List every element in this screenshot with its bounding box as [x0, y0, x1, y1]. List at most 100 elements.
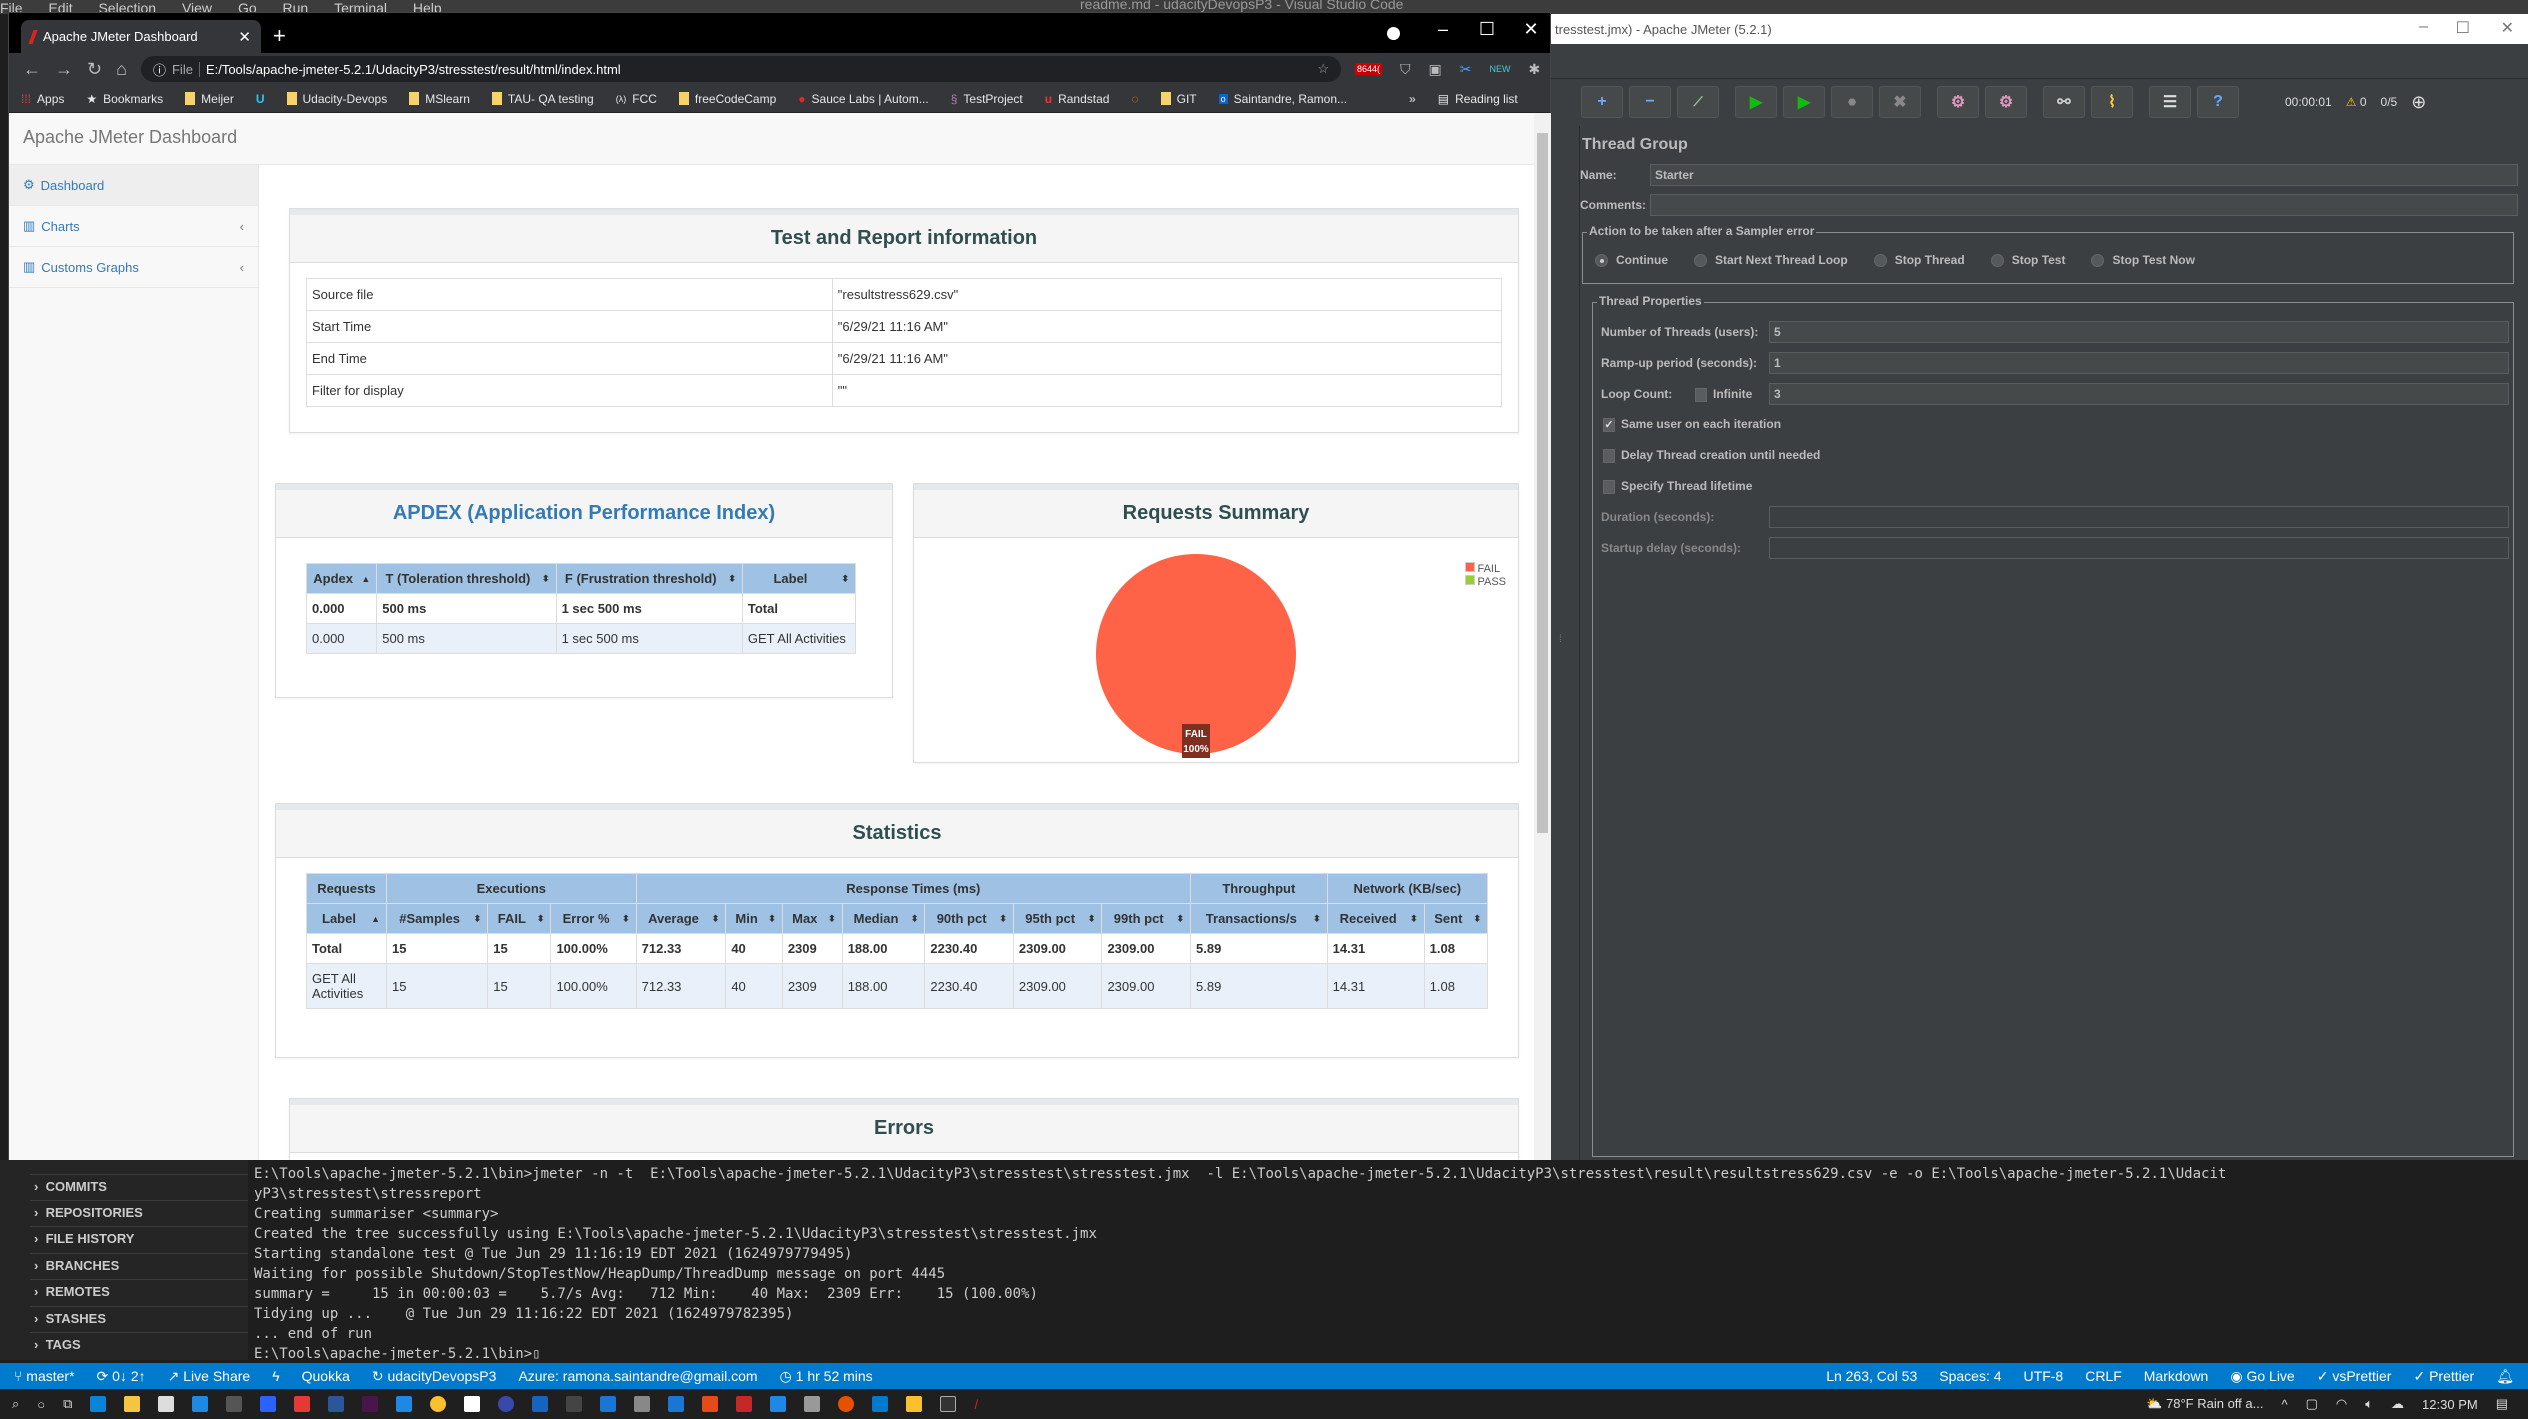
minimize-button[interactable]: – [1421, 19, 1465, 40]
scissors-icon[interactable]: ✂ [1460, 61, 1472, 78]
startup-delay-input[interactable] [1769, 537, 2509, 559]
rampup-input[interactable]: 1 [1769, 352, 2509, 374]
app-icon[interactable] [226, 1396, 243, 1412]
action-center-icon[interactable]: ▤ [2496, 1396, 2508, 1412]
menu-help[interactable]: Help [413, 1, 442, 14]
delay-thread-checkbox[interactable]: Delay Thread creation until needed [1603, 448, 1820, 463]
apdex-column-header[interactable]: Apdex ▲ [305, 563, 378, 594]
apdex-column-header[interactable]: F (Frustration threshold) ⬍ [555, 563, 743, 594]
new-extension-icon[interactable]: NEW [1489, 64, 1510, 74]
indentation[interactable]: Spaces: 4 [1939, 1368, 2001, 1385]
app-icon[interactable] [634, 1396, 651, 1412]
bookmark-udacity-logo[interactable]: U [256, 92, 265, 106]
thread-lifetime-checkbox[interactable]: Specify Thread lifetime [1603, 479, 1752, 494]
warning-icon[interactable]: ⚠ [2346, 95, 2357, 109]
menu-view[interactable]: View [182, 1, 212, 14]
lightning-icon[interactable]: ϟ [272, 1368, 279, 1384]
back-icon[interactable]: ← [23, 59, 41, 80]
menu-run[interactable]: Run [283, 1, 309, 14]
split-pane-handle[interactable]: ⁞ [1559, 634, 1562, 645]
acrobat-icon[interactable] [736, 1396, 753, 1412]
stat-column-header[interactable]: Received ⬍ [1326, 903, 1425, 934]
menu-file[interactable]: File [0, 1, 23, 14]
git-section-commits[interactable]: › COMMITS [30, 1174, 270, 1200]
azure-account[interactable]: Azure: ramona.saintandre@gmail.com [518, 1368, 757, 1384]
clear-icon[interactable]: ⚙ [1937, 86, 1979, 118]
jmeter-maximize-button[interactable]: ☐ [2456, 18, 2470, 38]
jmeter-minimize-button[interactable]: – [2419, 18, 2428, 36]
app-icon[interactable] [668, 1396, 685, 1412]
function-helper-icon[interactable]: ☰ [2149, 86, 2191, 118]
menu-edit[interactable]: Edit [48, 1, 72, 14]
tab-manager-icon[interactable]: ▣ [1429, 61, 1442, 78]
bookmark-fcc[interactable]: (λ) FCC [616, 92, 657, 106]
sync-status[interactable]: ⟳ 0↓ 2↑ [97, 1368, 146, 1385]
maximize-button[interactable]: ☐ [1465, 19, 1509, 40]
store-icon[interactable] [158, 1396, 175, 1412]
sampler-error-radio[interactable]: Start Next Thread Loop [1694, 253, 1848, 268]
bookmark-meijer[interactable]: Meijer [185, 92, 234, 106]
dashboard-brand[interactable]: Apache JMeter Dashboard [23, 127, 237, 147]
stat-column-header[interactable]: Transactions/s ⬍ [1190, 903, 1328, 934]
branch-status[interactable]: ⑂ master* [14, 1368, 75, 1384]
git-section-branches[interactable]: › BRANCHES [30, 1253, 270, 1279]
clear-all-icon[interactable]: ⚙ [1985, 86, 2027, 118]
bookmark-freecodecamp[interactable]: freeCodeCamp [678, 92, 776, 106]
start-icon[interactable]: ▶ [1735, 86, 1777, 118]
help-icon[interactable]: ? [2197, 86, 2239, 118]
bookmark-saucelabs[interactable]: ● Sauce Labs | Autom... [798, 92, 928, 106]
sampler-error-radio[interactable]: Stop Test [1990, 253, 2065, 268]
new-tab-button[interactable]: + [273, 23, 286, 49]
wifi-icon[interactable]: ◠ [2336, 1396, 2347, 1412]
stat-column-header[interactable]: Median ⬍ [841, 903, 926, 934]
sampler-error-radio[interactable]: Stop Test Now [2091, 253, 2195, 268]
bookmark-bookmarks[interactable]: ★ Bookmarks [86, 92, 163, 106]
same-user-checkbox[interactable]: ✓ Same user on each iteration [1603, 417, 1781, 432]
remove-icon[interactable]: − [1629, 86, 1671, 118]
app-icon[interactable] [600, 1396, 617, 1412]
extensions-puzzle-icon[interactable]: ✱ [1528, 61, 1540, 78]
toggle-icon[interactable]: ⟋ [1677, 86, 1719, 118]
eclipse-icon[interactable] [498, 1396, 515, 1412]
reading-list[interactable]: ▤ Reading list [1438, 92, 1518, 106]
bookmark-outlook[interactable]: o Saintandre, Ramon... [1218, 92, 1347, 106]
prettier[interactable]: ✓ Prettier [2413, 1368, 2474, 1385]
reload-icon[interactable]: ↻ [87, 59, 102, 80]
legend-item-fail[interactable]: FAIL [1465, 562, 1506, 575]
remote-engines-icon[interactable]: ⊕ [2411, 92, 2426, 113]
live-share[interactable]: ↗ Live Share [168, 1368, 251, 1385]
cmd-icon[interactable] [940, 1396, 957, 1412]
media-indicator-icon[interactable] [1387, 27, 1400, 40]
bookmark-tau[interactable]: TAU- QA testing [491, 92, 594, 106]
shutdown-icon[interactable]: ✖ [1879, 86, 1921, 118]
quokka-status[interactable]: Quokka [302, 1368, 350, 1384]
git-section-repositories[interactable]: › REPOSITORIES [30, 1200, 270, 1226]
time-tracker[interactable]: ◷ 1 hr 52 mins [780, 1368, 873, 1385]
chrome-taskbar-icon[interactable] [430, 1396, 447, 1412]
notepad-icon[interactable] [464, 1396, 481, 1412]
app-icon[interactable] [838, 1396, 855, 1412]
app-icon[interactable] [260, 1396, 277, 1412]
stat-column-header[interactable]: Min ⬍ [725, 903, 783, 934]
bookmark-git[interactable]: GIT [1160, 92, 1197, 106]
stat-column-header[interactable]: Max ⬍ [781, 903, 843, 934]
jmeter-taskbar-icon[interactable]: / [974, 1397, 978, 1412]
powershell-icon[interactable] [532, 1396, 549, 1412]
home-icon[interactable]: ⌂ [116, 59, 127, 80]
stat-column-header[interactable]: Sent ⬍ [1423, 903, 1489, 934]
reset-search-broom-icon[interactable]: ⌇ [2091, 86, 2133, 118]
bookmark-ring[interactable]: ◌ [1131, 92, 1138, 106]
threads-input[interactable]: 5 [1769, 321, 2509, 343]
pocket-icon[interactable]: ⛉ [1400, 61, 1411, 78]
nav-charts[interactable]: ▥ Charts ‹ [9, 206, 258, 247]
start-no-pauses-icon[interactable]: ▶ [1783, 86, 1825, 118]
repo-status[interactable]: ↻ udacityDevopsP3 [372, 1368, 497, 1385]
ie-icon[interactable] [396, 1396, 413, 1412]
apdex-column-header[interactable]: T (Toleration threshold) ⬍ [376, 563, 557, 594]
volume-icon[interactable]: 🔈︎ [2365, 1396, 2373, 1412]
git-section-file-history[interactable]: › FILE HISTORY [30, 1226, 270, 1252]
file-explorer-icon[interactable] [124, 1396, 141, 1412]
search-icon[interactable]: ⌕ [12, 1396, 19, 1412]
jmeter-close-button[interactable]: ✕ [2501, 18, 2514, 38]
bookmarks-overflow[interactable]: » [1409, 92, 1416, 106]
